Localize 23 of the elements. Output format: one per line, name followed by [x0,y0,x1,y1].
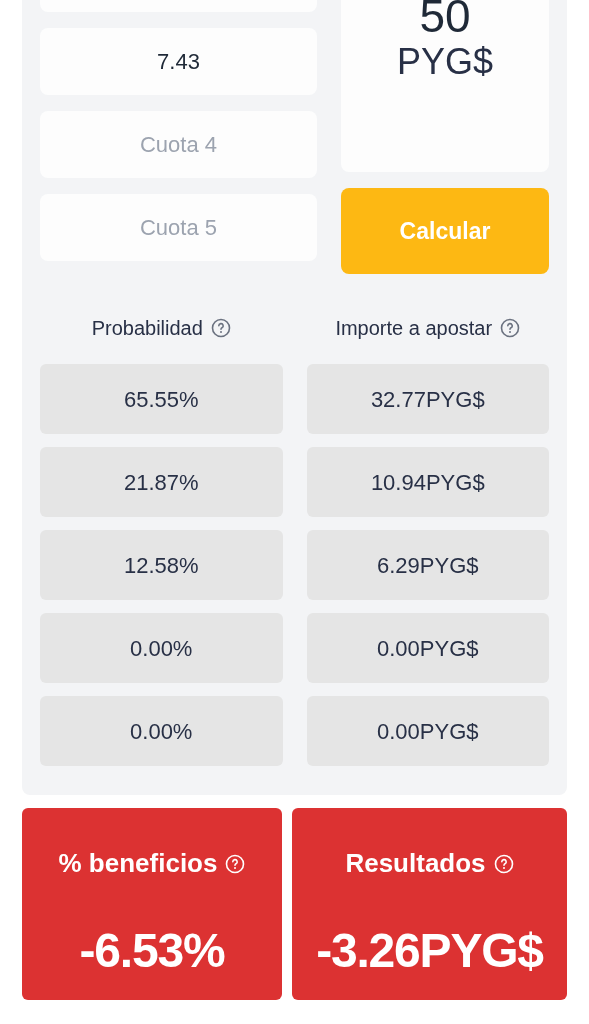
result-cell: 0.00PYG$ [306,613,549,683]
result-cell: 32.77PYG$ [306,364,549,434]
result-cell: 0.00PYG$ [306,696,549,766]
result-label: Resultados [345,847,486,880]
result-value: -3.26PYG$ [316,923,543,979]
result-cell: 65.55% [40,364,283,434]
result-cell: 0.00% [40,613,283,683]
stake-currency: PYG$ [396,40,493,84]
result-cell: 21.87% [40,447,283,517]
result-cell: 0.00% [40,696,283,766]
result-cell: 6.29PYG$ [306,530,549,600]
help-icon[interactable] [500,318,521,338]
result-cell: 10.94PYG$ [306,447,549,517]
odds-field[interactable]: Cuota 4 [40,111,317,178]
odds-field[interactable]: 7.43 [40,28,317,95]
column-header: Importe a apostar [335,316,493,341]
odds-field[interactable]: Cuota 5 [40,194,317,261]
result-value: -6.53% [79,923,225,979]
help-icon[interactable] [210,318,231,338]
stake-amount: 50 [419,0,471,39]
result-cell: 12.58% [40,530,283,600]
result-label: % beneficios [58,847,218,880]
column-header: Probabilidad [91,316,203,341]
